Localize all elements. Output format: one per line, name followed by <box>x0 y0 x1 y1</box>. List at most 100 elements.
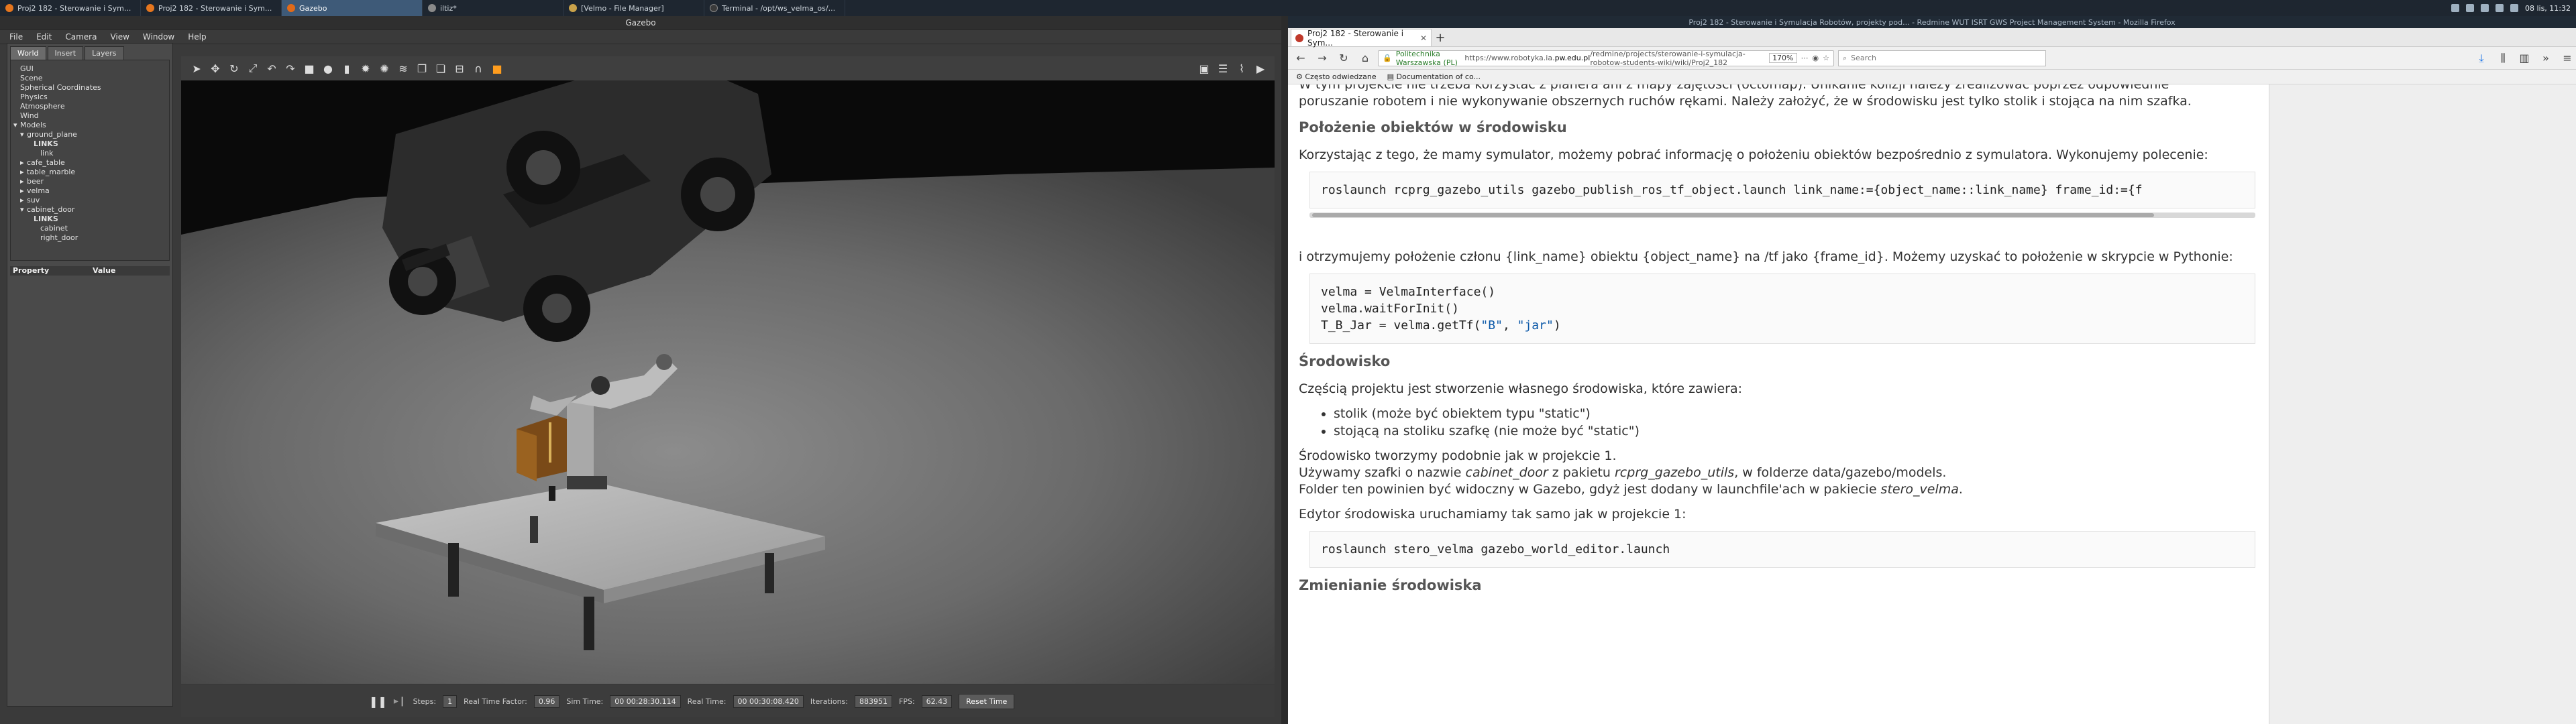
plot-icon[interactable]: ⌇ <box>1234 61 1249 76</box>
network-icon[interactable] <box>2465 4 2474 12</box>
box-shape-icon[interactable]: ■ <box>302 61 317 76</box>
cylinder-shape-icon[interactable]: ▮ <box>339 61 354 76</box>
pause-icon[interactable]: ❚❚ <box>369 695 387 708</box>
steps-value[interactable]: 1 <box>443 695 458 708</box>
forward-icon[interactable]: → <box>1313 50 1331 67</box>
tab-world[interactable]: World <box>10 46 46 60</box>
power-icon[interactable] <box>2510 4 2518 12</box>
expand-arrow-icon[interactable]: ▾ <box>13 121 20 130</box>
spot-light-icon[interactable]: ✺ <box>377 61 392 76</box>
rotate-icon[interactable]: ↻ <box>227 61 241 76</box>
task-firefox-1[interactable]: Proj2 182 - Sterowanie i Sym... <box>0 0 141 16</box>
menu-window[interactable]: Window <box>143 32 174 42</box>
select-arrow-icon[interactable]: ➤ <box>189 61 204 76</box>
align-icon[interactable]: ⊟ <box>452 61 467 76</box>
undo-icon[interactable]: ↶ <box>264 61 279 76</box>
3d-viewport[interactable] <box>181 80 1275 684</box>
tree-item[interactable]: right_door <box>13 233 166 243</box>
task-terminal[interactable]: Terminal - /opt/ws_velma_os/... <box>704 0 845 16</box>
task-file-manager[interactable]: [Velmo - File Manager] <box>564 0 704 16</box>
sidebar-icon[interactable]: ▥ <box>2516 50 2533 67</box>
expand-arrow-icon[interactable]: ▾ <box>20 130 27 139</box>
library-icon[interactable]: ⫼ <box>2494 50 2512 67</box>
menu-view[interactable]: View <box>110 32 129 42</box>
translate-icon[interactable]: ✥ <box>208 61 223 76</box>
reload-icon[interactable]: ↻ <box>1335 50 1352 67</box>
downloads-icon[interactable]: ⤓ <box>2473 50 2490 67</box>
code-block-python[interactable]: velma = VelmaInterface() velma.waitForIn… <box>1309 274 2255 344</box>
menu-hamburger-icon[interactable]: ≡ <box>2559 50 2576 67</box>
tree-item[interactable]: cabinet <box>13 224 166 233</box>
expand-arrow-icon[interactable]: ▸ <box>20 158 27 168</box>
tab-insert[interactable]: Insert <box>47 46 84 60</box>
tree-item[interactable]: ▸ beer <box>13 177 166 186</box>
screenshot-icon[interactable]: ▣ <box>1197 61 1212 76</box>
task-firefox-2[interactable]: Proj2 182 - Sterowanie i Sym... <box>141 0 282 16</box>
directional-light-icon[interactable]: ≋ <box>396 61 411 76</box>
menu-edit[interactable]: Edit <box>36 32 52 42</box>
code-block-editor[interactable]: roslaunch stero_velma gazebo_world_edito… <box>1309 531 2255 568</box>
tree-item[interactable]: ▸ suv <box>13 196 166 205</box>
expand-arrow-icon[interactable]: ▸ <box>20 186 27 196</box>
home-icon[interactable]: ⌂ <box>1356 50 1374 67</box>
bookmark-star-icon[interactable]: ☆ <box>1823 54 1829 62</box>
tree-item[interactable]: ▾ ground_plane <box>13 130 166 139</box>
task-gazebo[interactable]: Gazebo <box>282 0 423 16</box>
log-icon[interactable]: ☰ <box>1216 61 1230 76</box>
expand-arrow-icon[interactable]: ▸ <box>20 168 27 177</box>
url-bar[interactable]: 🔒 Politechnika Warszawska (PL) https://w… <box>1378 50 1834 67</box>
tree-item[interactable]: LINKS <box>13 139 166 149</box>
snap-icon[interactable]: ∩ <box>471 61 486 76</box>
search-bar[interactable]: ⌕ Search <box>1838 50 2046 66</box>
tree-item[interactable]: ▾ Models <box>13 121 166 130</box>
code-block-tf[interactable]: roslaunch rcprg_gazebo_utils gazebo_publ… <box>1309 172 2255 208</box>
tree-item[interactable]: ▾ cabinet_door <box>13 205 166 215</box>
tab-layers[interactable]: Layers <box>85 46 124 60</box>
menu-help[interactable]: Help <box>188 32 206 42</box>
overflow-icon[interactable]: » <box>2537 50 2555 67</box>
scale-icon[interactable]: ⤢ <box>246 61 260 76</box>
world-tree[interactable]: GUI Scene Spherical Coordinates Physics Atmo… <box>10 60 170 261</box>
sphere-shape-icon[interactable]: ● <box>321 61 335 76</box>
task-editor[interactable]: iltiz* <box>423 0 564 16</box>
tree-item[interactable]: Wind <box>13 111 166 121</box>
tree-item[interactable]: ▸ cafe_table <box>13 158 166 168</box>
tree-item[interactable]: ▸ table_marble <box>13 168 166 177</box>
new-tab-icon[interactable]: + <box>1432 29 1449 46</box>
orange-camera-icon[interactable]: ■ <box>490 61 504 76</box>
tree-item[interactable]: Scene <box>13 74 166 83</box>
back-icon[interactable]: ← <box>1292 50 1309 67</box>
pocket-icon[interactable]: ◉ <box>1813 54 1819 62</box>
tree-item[interactable]: GUI <box>13 64 166 74</box>
page-actions-icon[interactable]: ⋯ <box>1801 54 1809 62</box>
copy-icon[interactable]: ❐ <box>415 61 429 76</box>
point-light-icon[interactable]: ✹ <box>358 61 373 76</box>
code-horizontal-scrollbar[interactable] <box>1309 213 2255 218</box>
notification-icon[interactable] <box>2451 4 2459 12</box>
expand-arrow-icon[interactable]: ▸ <box>20 196 27 205</box>
paste-icon[interactable]: ❏ <box>433 61 448 76</box>
jar-model[interactable] <box>549 486 555 501</box>
tree-item[interactable]: Spherical Coordinates <box>13 83 166 93</box>
video-record-icon[interactable]: ▶ <box>1253 61 1268 76</box>
expand-arrow-icon[interactable]: ▾ <box>20 205 27 215</box>
expand-arrow-icon[interactable]: ▸ <box>20 177 27 186</box>
reset-time-button[interactable]: Reset Time <box>959 693 1015 709</box>
zoom-indicator[interactable]: 170% <box>1769 53 1797 63</box>
tree-item[interactable]: Physics <box>13 93 166 102</box>
menu-file[interactable]: File <box>9 32 23 42</box>
tree-item[interactable]: ▸ velma <box>13 186 166 196</box>
clock[interactable]: 08 lis, 11:32 <box>2525 4 2571 13</box>
battery-icon[interactable] <box>2495 4 2504 12</box>
bookmark-most-visited[interactable]: ⚙ Często odwiedzane <box>1296 72 1377 81</box>
redo-icon[interactable]: ↷ <box>283 61 298 76</box>
tree-item[interactable]: Atmosphere <box>13 102 166 111</box>
bookmark-documentation[interactable]: ▤ Documentation of co... <box>1387 72 1481 81</box>
volume-icon[interactable] <box>2480 4 2489 12</box>
tree-item[interactable]: LINKS <box>13 215 166 224</box>
menu-camera[interactable]: Camera <box>65 32 97 42</box>
step-icon[interactable]: ▸❙ <box>394 696 407 707</box>
tree-item[interactable]: link <box>13 149 166 158</box>
browser-tab[interactable]: Proj2 182 - Sterowanie i Sym... ✕ <box>1291 29 1432 48</box>
close-tab-icon[interactable]: ✕ <box>1420 34 1427 43</box>
